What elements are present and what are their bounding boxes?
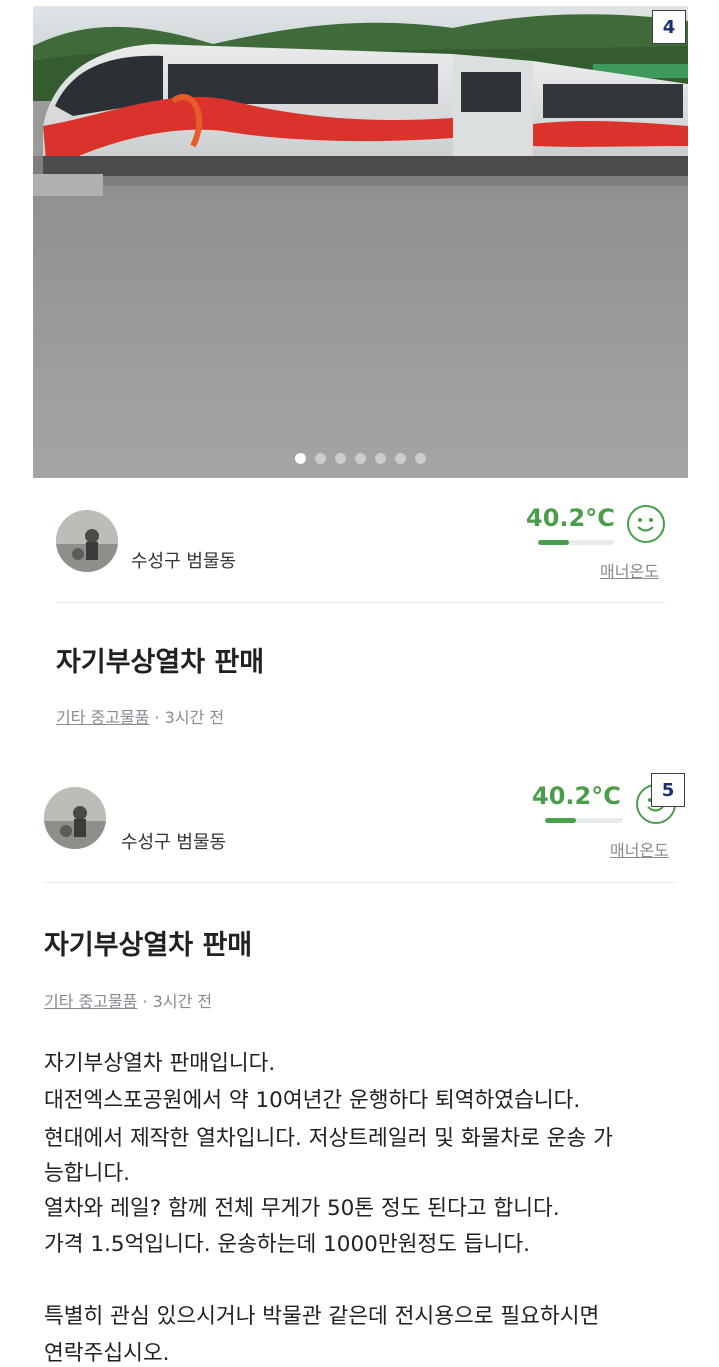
carousel-dot[interactable] xyxy=(415,453,426,464)
temperature-bar xyxy=(545,818,623,823)
carousel-dot[interactable] xyxy=(375,453,386,464)
description-line: 자기부상열차 판매입니다. xyxy=(44,1051,276,1076)
time-ago: · 3시간 전 xyxy=(137,992,213,1011)
divider xyxy=(44,882,676,883)
description-line: 열차와 레일? 함께 전체 무게가 50톤 정도 된다고 합니다. xyxy=(44,1196,560,1221)
description-line: 가격 1.5억입니다. 운송하는데 1000만원정도 듭니다. xyxy=(44,1232,530,1257)
description-line: 대전엑스포공원에서 약 10여년간 운행하다 퇴역하였습니다. xyxy=(44,1088,581,1113)
description-line: 현대에서 제작한 열차입니다. 저상트레일러 및 화물차로 운송 가 xyxy=(44,1126,613,1151)
avatar[interactable] xyxy=(44,787,106,849)
carousel-dot[interactable] xyxy=(315,453,326,464)
manner-temperature-link[interactable]: 매너온도 xyxy=(610,837,669,861)
carousel-indicator xyxy=(33,449,688,468)
avatar-image xyxy=(44,787,106,849)
description-line: 연락주십시오. xyxy=(44,1341,170,1366)
image-marker-badge: 5 xyxy=(651,773,685,807)
post-meta: 기타 중고물품 · 3시간 전 xyxy=(56,704,224,728)
carousel-dot[interactable] xyxy=(355,453,366,464)
category-link[interactable]: 기타 중고물품 xyxy=(56,708,149,727)
manner-temperature: 40.2°C xyxy=(532,782,621,810)
seller-location: 수성구 범물동 xyxy=(121,832,227,853)
time-ago: · 3시간 전 xyxy=(149,708,225,727)
image-marker-badge: 4 xyxy=(652,10,686,44)
divider xyxy=(56,602,665,603)
train-photo xyxy=(33,6,688,478)
manner-temperature-link[interactable]: 매너온도 xyxy=(600,558,659,582)
category-link[interactable]: 기타 중고물품 xyxy=(44,992,137,1011)
carousel-dot[interactable] xyxy=(395,453,406,464)
carousel-dot[interactable] xyxy=(295,453,306,464)
carousel-dot[interactable] xyxy=(335,453,346,464)
manner-temperature: 40.2°C xyxy=(526,504,615,532)
seller-location: 수성구 범물동 xyxy=(131,551,237,572)
description-line: 능합니다. xyxy=(44,1161,130,1186)
temperature-bar xyxy=(538,540,614,545)
description-line: 특별히 관심 있으시거나 박물관 같은데 전시용으로 필요하시면 xyxy=(44,1304,600,1329)
post-meta: 기타 중고물품 · 3시간 전 xyxy=(44,988,212,1012)
avatar-image xyxy=(56,510,118,572)
post-title: 자기부상열차 판매 xyxy=(56,647,265,678)
smile-face-icon xyxy=(627,505,665,543)
avatar[interactable] xyxy=(56,510,118,572)
post-title: 자기부상열차 판매 xyxy=(44,930,253,961)
product-photo[interactable]: 4 xyxy=(33,6,688,478)
